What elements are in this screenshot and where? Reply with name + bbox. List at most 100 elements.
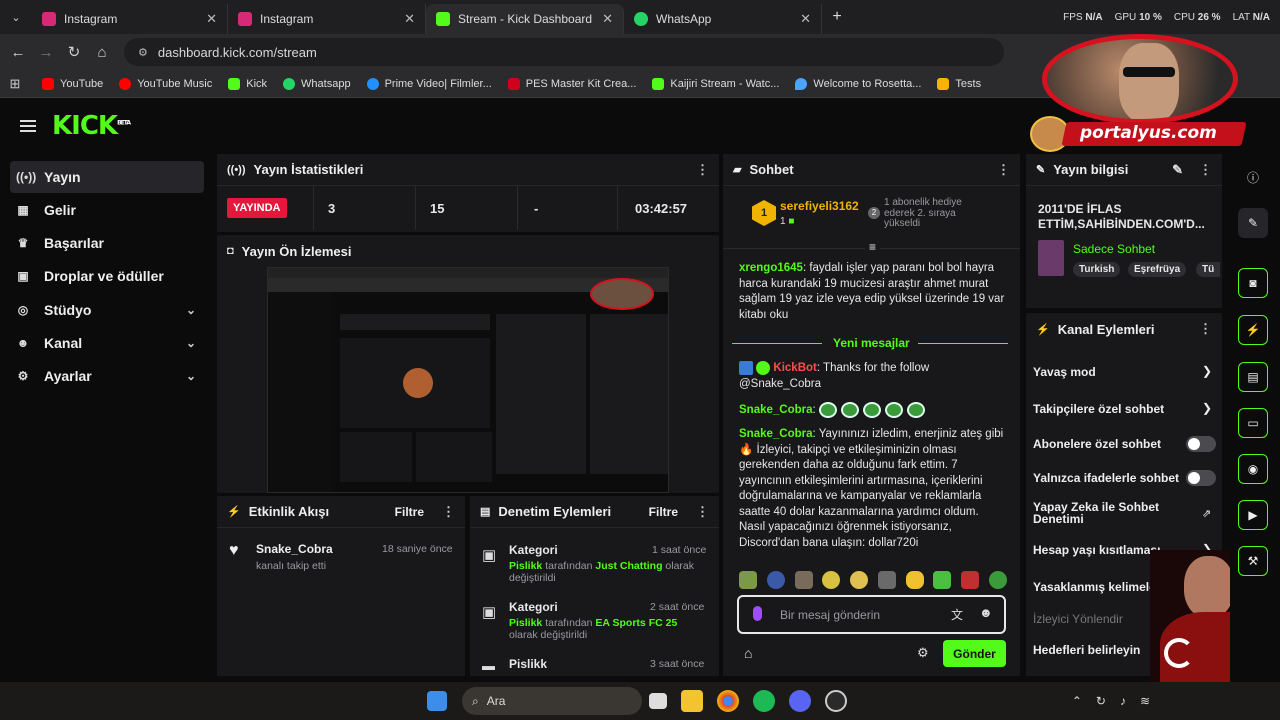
- sidebar-item-yayin[interactable]: ((•)) Yayın: [10, 161, 204, 193]
- microphone-icon[interactable]: [753, 606, 762, 621]
- home-icon[interactable]: ⌂: [88, 44, 116, 61]
- reload-icon[interactable]: ↻: [60, 43, 88, 61]
- tab-whatsapp[interactable]: WhatsApp ✕: [624, 4, 822, 34]
- tab-instagram-1[interactable]: Instagram ✕: [32, 4, 228, 34]
- taskbar-search[interactable]: ⌕ Ara: [462, 687, 642, 715]
- pinned-user[interactable]: serefiyeli3162: [780, 199, 859, 213]
- bookmark-youtube[interactable]: YouTube: [42, 77, 103, 90]
- tag-chip[interactable]: Tü: [1196, 262, 1221, 277]
- document-icon[interactable]: ▤: [1238, 362, 1268, 392]
- chrome-icon[interactable]: [717, 690, 739, 712]
- emote-icon[interactable]: [988, 571, 1007, 589]
- microphone-icon[interactable]: ♪: [1120, 694, 1126, 708]
- close-icon[interactable]: ✕: [602, 11, 613, 27]
- discord-icon[interactable]: [789, 690, 811, 712]
- edit-pencil-icon[interactable]: ✎: [1172, 162, 1183, 178]
- action-followers-only[interactable]: Takipçilere özel sohbet: [1033, 402, 1164, 416]
- action-ai-moderation[interactable]: Yapay Zeka ile Sohbet Denetimi: [1033, 501, 1183, 525]
- more-options-icon[interactable]: ⋮: [696, 504, 709, 520]
- emote-icon[interactable]: [933, 571, 952, 589]
- tab-list-chevron-icon[interactable]: ⌄: [0, 11, 32, 24]
- chevron-up-icon[interactable]: ⌃: [1072, 694, 1082, 708]
- more-options-icon[interactable]: ⋮: [696, 162, 709, 178]
- more-options-icon[interactable]: ⋮: [1199, 321, 1212, 337]
- settings-gear-icon[interactable]: ⚙: [917, 645, 929, 661]
- moderation-filter-button[interactable]: Filtre: [649, 505, 678, 519]
- back-arrow-icon[interactable]: ←: [4, 44, 32, 61]
- wifi-icon[interactable]: ≋: [1140, 694, 1150, 708]
- emote-icon[interactable]: [739, 571, 757, 589]
- bookmark-prime-video[interactable]: Prime Video| Filmler...: [366, 77, 492, 90]
- close-icon[interactable]: ✕: [206, 11, 217, 27]
- chevron-right-icon[interactable]: ❯: [1202, 401, 1212, 415]
- emote-icon[interactable]: [961, 571, 980, 589]
- action-redirect-viewers[interactable]: İzleyici Yönlendir: [1033, 612, 1123, 626]
- bookmark-whatsapp[interactable]: Whatsapp: [283, 77, 351, 90]
- action-set-goals[interactable]: Hedefleri belirleyin: [1033, 643, 1140, 657]
- store-icon[interactable]: ⌂: [744, 645, 752, 661]
- activity-filter-button[interactable]: Filtre: [395, 505, 424, 519]
- menu-icon[interactable]: [20, 120, 36, 122]
- emotes-only-toggle[interactable]: [1186, 470, 1216, 486]
- camera-icon[interactable]: ◙: [1238, 268, 1268, 298]
- emote-icon[interactable]: [822, 571, 841, 589]
- bookmark-youtube-music[interactable]: YouTube Music: [119, 77, 212, 90]
- sidebar-item-droplar[interactable]: ▣ Droplar ve ödüller: [10, 260, 204, 292]
- tag-chip[interactable]: Turkish: [1073, 262, 1121, 277]
- tab-instagram-2[interactable]: Instagram ✕: [228, 4, 426, 34]
- tab-kick-dashboard[interactable]: Stream - Kick Dashboard ✕: [426, 4, 624, 34]
- emote-icon[interactable]: [850, 571, 869, 589]
- bookmark-pes-master[interactable]: PES Master Kit Crea...: [507, 77, 636, 90]
- emote-icon[interactable]: [905, 571, 924, 589]
- translate-icon[interactable]: 文: [951, 606, 963, 623]
- emote-icon[interactable]: [877, 571, 896, 589]
- site-info-icon[interactable]: ⚙: [138, 46, 148, 59]
- category-thumbnail[interactable]: [1038, 240, 1064, 276]
- more-options-icon[interactable]: ⋮: [1199, 162, 1212, 178]
- bookmark-rosetta[interactable]: Welcome to Rosetta...: [795, 77, 921, 90]
- spotify-icon[interactable]: [753, 690, 775, 712]
- action-banned-words[interactable]: Yasaklanmış kelimeler: [1033, 580, 1160, 594]
- apps-grid-icon[interactable]: ⊞: [0, 76, 30, 92]
- emote-icon[interactable]: [794, 571, 813, 589]
- bookmark-kaijiri-stream[interactable]: Kaijiri Stream - Watc...: [652, 77, 779, 90]
- emote-icon[interactable]: [766, 571, 785, 589]
- info-icon[interactable]: ⓘ: [1238, 162, 1268, 192]
- edit-icon[interactable]: ✎: [1238, 208, 1268, 238]
- tag-chip[interactable]: Eşrefrüya: [1128, 262, 1187, 277]
- bookmark-tests[interactable]: Tests: [937, 77, 981, 90]
- chat-bubble-icon[interactable]: ▭: [1238, 408, 1268, 438]
- activity-user[interactable]: Snake_Cobra: [256, 542, 333, 556]
- subscribers-only-toggle[interactable]: [1186, 436, 1216, 452]
- lightning-icon[interactable]: ⚡: [1238, 315, 1268, 345]
- forward-arrow-icon[interactable]: →: [32, 44, 60, 61]
- new-tab-button[interactable]: +: [822, 8, 852, 26]
- stream-preview-video[interactable]: [267, 267, 669, 493]
- action-slow-mode[interactable]: Yavaş mod: [1033, 365, 1096, 379]
- windows-start-icon[interactable]: [427, 691, 447, 711]
- close-icon[interactable]: ✕: [404, 11, 415, 27]
- close-icon[interactable]: ✕: [800, 11, 811, 27]
- sync-icon[interactable]: ↻: [1096, 694, 1106, 708]
- chat-input[interactable]: Bir mesaj gönderin 文 ☻: [737, 595, 1006, 634]
- url-field[interactable]: ⚙ dashboard.kick.com/stream: [124, 38, 1004, 66]
- task-view-icon[interactable]: [649, 693, 667, 709]
- video-icon[interactable]: ▶: [1238, 500, 1268, 530]
- sidebar-item-kanal[interactable]: ☻ Kanal ⌄: [10, 327, 204, 359]
- sidebar-item-studyo[interactable]: ◎ Stüdyo ⌄: [10, 294, 204, 326]
- sidebar-item-ayarlar[interactable]: ⚙ Ayarlar ⌄: [10, 360, 204, 392]
- kick-logo[interactable]: KICKBETA: [52, 111, 131, 141]
- sidebar-item-gelir[interactable]: ▦ Gelir: [10, 194, 204, 226]
- broadcast-icon[interactable]: ◉: [1238, 454, 1268, 484]
- more-options-icon[interactable]: ⋮: [442, 504, 455, 520]
- tools-icon[interactable]: ⚒: [1238, 546, 1268, 576]
- send-button[interactable]: Gönder: [943, 640, 1006, 667]
- action-account-age[interactable]: Hesap yaşı kısıtlaması: [1033, 543, 1160, 557]
- chevron-right-icon[interactable]: ❯: [1202, 364, 1212, 378]
- obs-icon[interactable]: [825, 690, 847, 712]
- emoji-icon[interactable]: ☻: [979, 605, 993, 620]
- file-explorer-icon[interactable]: [681, 690, 703, 712]
- bookmark-kick[interactable]: Kick: [228, 77, 267, 90]
- stream-category[interactable]: Sadece Sohbet: [1073, 242, 1155, 256]
- external-link-icon[interactable]: ⇗: [1202, 507, 1211, 520]
